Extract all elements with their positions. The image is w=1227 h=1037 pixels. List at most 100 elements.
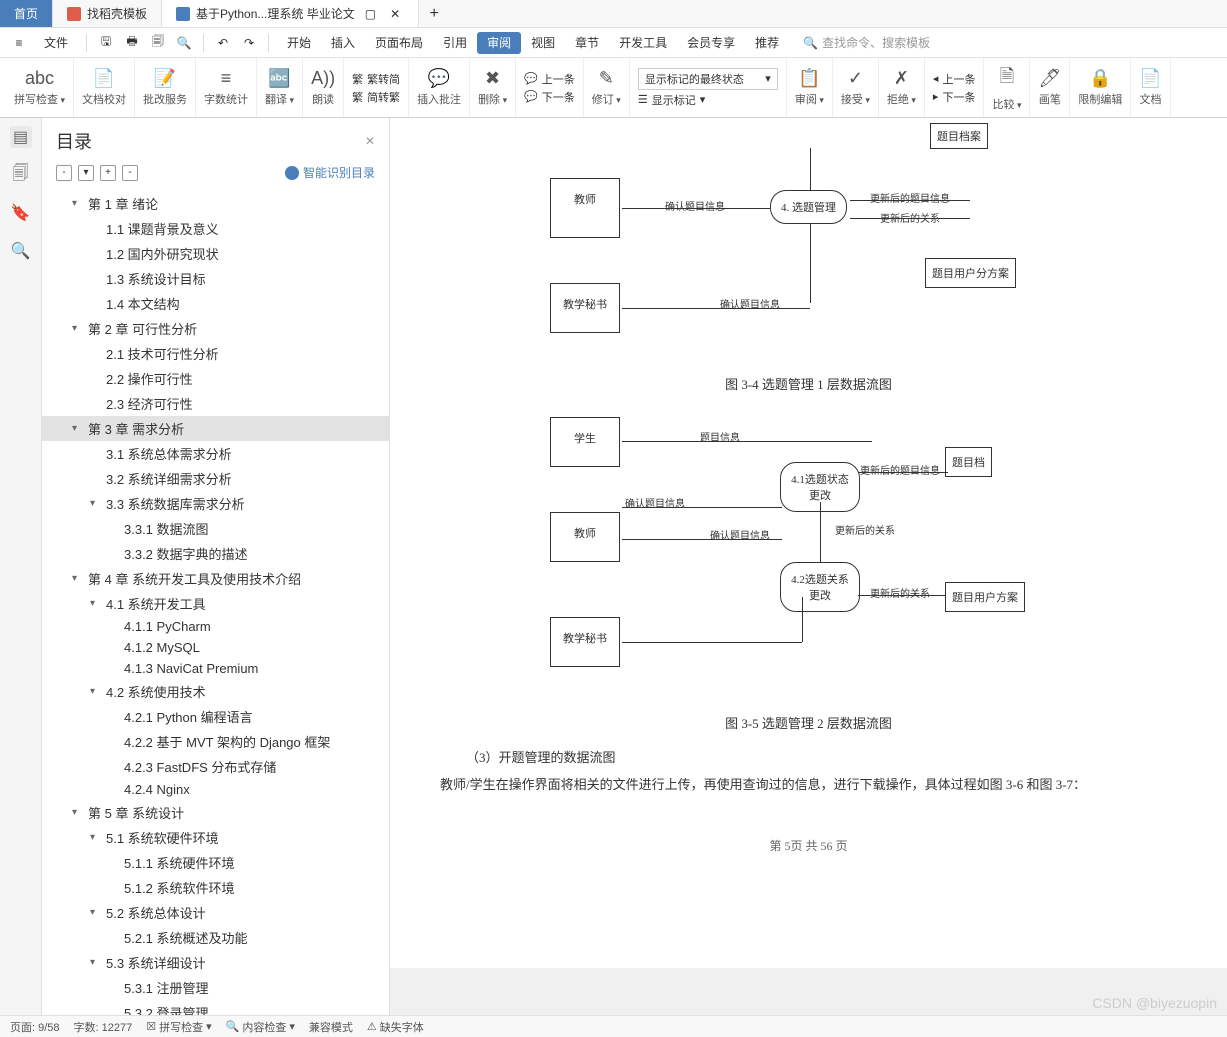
outline-item[interactable]: 2.2 操作可行性 xyxy=(42,366,389,391)
menu-tab-9[interactable]: 推荐 xyxy=(745,32,789,54)
ribbon-next-comment[interactable]: 💬下一条 xyxy=(524,89,575,105)
ribbon-pen[interactable]: 🖊画笔 xyxy=(1030,58,1070,117)
status-spellcheck[interactable]: ☒拼写检查 ▾ xyxy=(146,1019,211,1035)
print-icon[interactable]: 🖶 xyxy=(121,32,143,54)
preview-icon[interactable]: 🔍 xyxy=(173,32,195,54)
outline-item[interactable]: 2.3 经济可行性 xyxy=(42,391,389,416)
tab-template[interactable]: 找稻壳模板 xyxy=(53,0,162,27)
outline-item[interactable]: ▾4.2 系统使用技术 xyxy=(42,679,389,704)
status-compat[interactable]: 兼容模式 xyxy=(309,1019,353,1035)
undo-icon[interactable]: ↶ xyxy=(212,32,234,54)
outline-item[interactable]: 2.1 技术可行性分析 xyxy=(42,341,389,366)
ribbon-doccheck[interactable]: 📄文档校对 xyxy=(74,58,135,117)
outline-item[interactable]: 4.1.1 PyCharm xyxy=(42,616,389,637)
menu-tab-2[interactable]: 页面布局 xyxy=(365,32,433,54)
outline-item[interactable]: 4.2.2 基于 MVT 架构的 Django 框架 xyxy=(42,729,389,754)
outline-item[interactable]: ▾5.3 系统详细设计 xyxy=(42,950,389,975)
markup-display-select[interactable]: 显示标记的最终状态▾ xyxy=(638,68,778,90)
outline-item[interactable]: ▾第 1 章 绪论 xyxy=(42,191,389,216)
ribbon-revise[interactable]: ✎修订 xyxy=(584,58,630,117)
tab-popout-icon[interactable]: ▢ xyxy=(361,7,380,21)
hamburger-icon[interactable]: ≡ xyxy=(8,32,30,54)
outline-item[interactable]: 3.1 系统总体需求分析 xyxy=(42,441,389,466)
ribbon-compare[interactable]: 🗎比较 xyxy=(984,58,1030,117)
tab-close-icon[interactable]: ✕ xyxy=(386,7,404,21)
outline-item[interactable]: 4.1.2 MySQL xyxy=(42,637,389,658)
outline-item[interactable]: 3.3.1 数据流图 xyxy=(42,516,389,541)
new-tab-button[interactable]: + xyxy=(419,0,449,27)
outline-item[interactable]: ▾第 5 章 系统设计 xyxy=(42,800,389,825)
ribbon-batch[interactable]: 📝批改服务 xyxy=(135,58,196,117)
ribbon-translate[interactable]: 🔤翻译 xyxy=(257,58,303,117)
smart-toc-button[interactable]: 智能识别目录 xyxy=(285,164,375,181)
outline-item[interactable]: 1.1 课题背景及意义 xyxy=(42,216,389,241)
outline-item[interactable]: 1.4 本文结构 xyxy=(42,291,389,316)
outline-item[interactable]: 5.1.2 系统软件环境 xyxy=(42,875,389,900)
status-words[interactable]: 字数: 12277 xyxy=(74,1019,133,1035)
outline-item[interactable]: 5.2.1 系统概述及功能 xyxy=(42,925,389,950)
menu-tab-5[interactable]: 视图 xyxy=(521,32,565,54)
outline-item[interactable]: ▾5.2 系统总体设计 xyxy=(42,900,389,925)
ribbon-reject[interactable]: ✗拒绝 xyxy=(879,58,925,117)
ribbon-next-change[interactable]: ▸下一条 xyxy=(933,89,976,105)
menu-tab-4[interactable]: 审阅 xyxy=(477,32,521,54)
menu-tab-7[interactable]: 开发工具 xyxy=(609,32,677,54)
outline-item[interactable]: ▾5.1 系统软硬件环境 xyxy=(42,825,389,850)
outline-item[interactable]: 4.1.3 NaviCat Premium xyxy=(42,658,389,679)
outline-item[interactable]: ▾第 2 章 可行性分析 xyxy=(42,316,389,341)
outline-tab-icon[interactable]: ▤ xyxy=(10,126,32,148)
menu-tab-6[interactable]: 章节 xyxy=(565,32,609,54)
tab-document[interactable]: 基于Python...理系统 毕业论文▢✕ xyxy=(162,0,419,27)
status-content-check[interactable]: 🔍内容检查 ▾ xyxy=(226,1019,295,1035)
ribbon-wordcount[interactable]: ≡字数统计 xyxy=(196,58,257,117)
outline-item[interactable]: 4.2.4 Nginx xyxy=(42,779,389,800)
outline-item[interactable]: 4.2.1 Python 编程语言 xyxy=(42,704,389,729)
outline-item[interactable]: ▾3.3 系统数据库需求分析 xyxy=(42,491,389,516)
ribbon-review[interactable]: 📋审阅 xyxy=(787,58,833,117)
ribbon-jian-to-fan[interactable]: 繁简转繁 xyxy=(352,89,400,105)
outline-item[interactable]: 1.2 国内外研究现状 xyxy=(42,241,389,266)
ribbon-prev-change[interactable]: ◂上一条 xyxy=(933,71,976,87)
outline-item[interactable]: ▾第 4 章 系统开发工具及使用技术介绍 xyxy=(42,566,389,591)
ribbon-fan-to-jian[interactable]: 繁繁转简 xyxy=(352,71,400,87)
outline-remove-icon[interactable]: - xyxy=(122,165,138,181)
outline-item[interactable]: 5.3.1 注册管理 xyxy=(42,975,389,1000)
ribbon-doc[interactable]: 📄文档 xyxy=(1131,58,1170,117)
ribbon-spellcheck[interactable]: abc拼写检查 xyxy=(6,58,74,117)
ribbon-prev-comment[interactable]: 💬上一条 xyxy=(524,71,575,87)
outline-item[interactable]: 4.2.3 FastDFS 分布式存储 xyxy=(42,754,389,779)
ribbon-accept[interactable]: ✓接受 xyxy=(833,58,879,117)
menu-tab-0[interactable]: 开始 xyxy=(277,32,321,54)
status-font[interactable]: ⚠缺失字体 xyxy=(367,1019,424,1035)
outline-item[interactable]: 5.3.2 登录管理 xyxy=(42,1000,389,1015)
ribbon-delete[interactable]: ✖删除 xyxy=(470,58,516,117)
outline-collapse-icon[interactable]: - xyxy=(56,165,72,181)
outline-item[interactable]: ▾第 3 章 需求分析 xyxy=(42,416,389,441)
save-icon[interactable]: 🖫 xyxy=(95,32,117,54)
menu-tab-3[interactable]: 引用 xyxy=(433,32,477,54)
outline-item[interactable]: 5.1.1 系统硬件环境 xyxy=(42,850,389,875)
ribbon-read[interactable]: A))朗读 xyxy=(303,58,344,117)
outline-expand-icon[interactable]: ▾ xyxy=(78,165,94,181)
command-search[interactable]: 🔍查找命令、搜索模板 xyxy=(793,34,930,51)
outline-add-icon[interactable]: + xyxy=(100,165,116,181)
ribbon-show-markup[interactable]: ☰显示标记 ▾ xyxy=(638,92,778,108)
outline-item[interactable]: 3.2 系统详细需求分析 xyxy=(42,466,389,491)
menu-tab-8[interactable]: 会员专享 xyxy=(677,32,745,54)
outline-item[interactable]: ▾4.1 系统开发工具 xyxy=(42,591,389,616)
bookmark-tab-icon[interactable]: 🔖 xyxy=(10,202,32,224)
search-tab-icon[interactable]: 🔍 xyxy=(10,240,32,262)
ribbon-comment[interactable]: 💬插入批注 xyxy=(409,58,470,117)
menu-tab-1[interactable]: 插入 xyxy=(321,32,365,54)
menu-file[interactable]: 文件 xyxy=(34,30,78,55)
outline-close-icon[interactable]: ✕ xyxy=(365,134,375,148)
redo-icon[interactable]: ↷ xyxy=(238,32,260,54)
outline-item[interactable]: 3.3.2 数据字典的描述 xyxy=(42,541,389,566)
status-page[interactable]: 页面: 9/58 xyxy=(10,1019,60,1035)
ribbon-restrict[interactable]: 🔒限制编辑 xyxy=(1070,58,1131,117)
outline-item[interactable]: 1.3 系统设计目标 xyxy=(42,266,389,291)
thumbnail-tab-icon[interactable]: 🗐 xyxy=(10,164,32,186)
print-preview-icon[interactable]: 🗐 xyxy=(147,32,169,54)
document-area[interactable]: 题目档案 教师 确认题目信息 4. 选题管理 更新后的题目信息 更新后的关系 题… xyxy=(390,118,1227,1015)
tab-home[interactable]: 首页 xyxy=(0,0,53,27)
